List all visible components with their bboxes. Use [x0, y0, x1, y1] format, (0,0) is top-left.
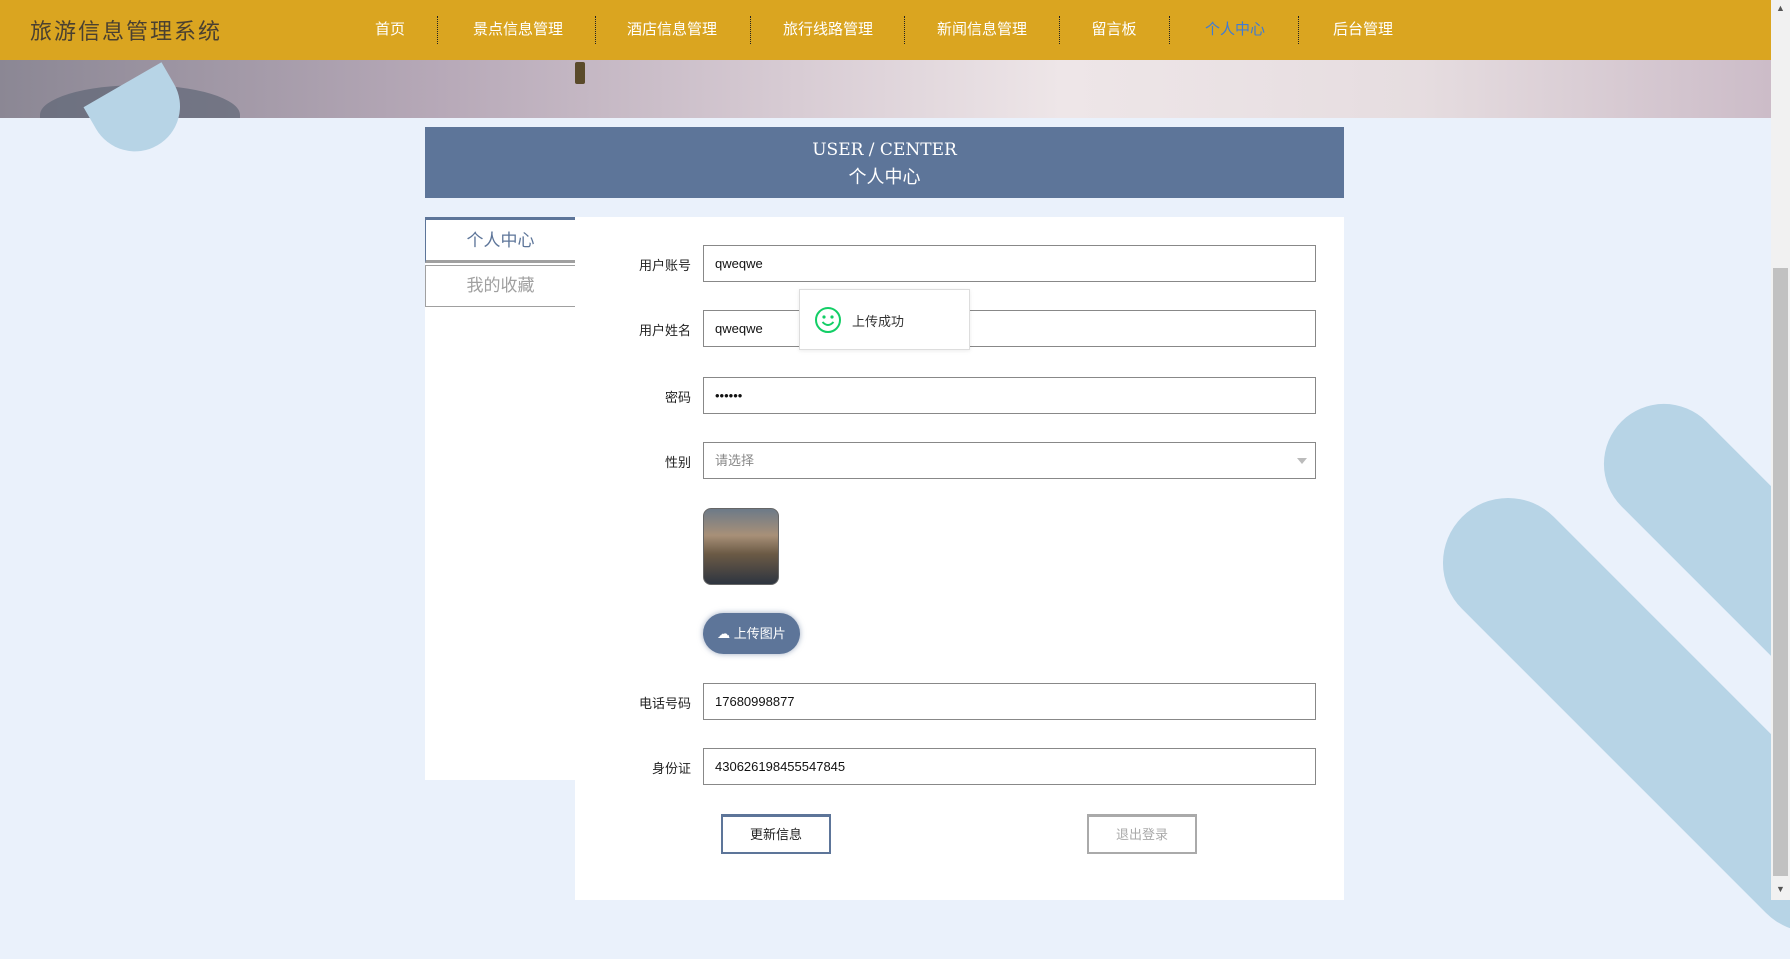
banner-image — [0, 60, 1771, 118]
site-logo[interactable]: 旅游信息管理系统 — [30, 14, 222, 46]
account-input[interactable]: qweqwe — [703, 245, 1316, 282]
scroll-up-icon[interactable]: ▲ — [1776, 3, 1785, 13]
gender-placeholder: 请选择 — [715, 453, 755, 468]
nav-separator — [595, 16, 596, 44]
sidebar-item-user-center[interactable]: 个人中心 — [425, 217, 575, 263]
title-cn: 个人中心 — [848, 167, 921, 188]
nav-separator — [1059, 16, 1060, 44]
nav-hotels[interactable]: 酒店信息管理 — [627, 0, 717, 60]
phone-label: 电话号码 — [638, 696, 691, 711]
nav-routes[interactable]: 旅行线路管理 — [783, 0, 873, 60]
update-info-button[interactable]: 更新信息 — [721, 814, 831, 854]
sidebar-item-favorites[interactable]: 我的收藏 — [425, 265, 575, 307]
page-title-banner: USER / CENTER 个人中心 — [425, 127, 1344, 198]
name-input[interactable]: qweqwe — [703, 310, 1316, 347]
nav-admin[interactable]: 后台管理 — [1333, 0, 1393, 60]
upload-image-button[interactable]: ☁ 上传图片 — [703, 613, 800, 654]
nav-separator — [437, 16, 438, 44]
password-input[interactable]: •••••• — [703, 377, 1316, 414]
cable-car — [575, 62, 585, 84]
scrollbar-thumb[interactable] — [1773, 268, 1788, 876]
success-toast: 上传成功 — [799, 289, 970, 350]
nav-attractions[interactable]: 景点信息管理 — [473, 0, 563, 60]
nav-separator — [1169, 16, 1170, 44]
cloud-upload-icon: ☁ — [717, 626, 731, 641]
id-card-label: 身份证 — [651, 761, 691, 776]
sidebar: 个人中心 我的收藏 — [425, 217, 575, 780]
nav-news[interactable]: 新闻信息管理 — [937, 0, 1027, 60]
gender-select[interactable]: 请选择 — [703, 442, 1316, 479]
upload-label: 上传图片 — [733, 626, 786, 641]
nav-messages[interactable]: 留言板 — [1091, 0, 1136, 60]
account-label: 用户账号 — [638, 258, 691, 273]
top-header: 旅游信息管理系统 首页 景点信息管理 酒店信息管理 旅行线路管理 新闻信息管理 … — [0, 0, 1771, 60]
scrollbar[interactable]: ▲ ▼ — [1771, 0, 1790, 900]
nav-home[interactable]: 首页 — [375, 0, 405, 60]
nav-separator — [750, 16, 751, 44]
scroll-down-icon[interactable]: ▼ — [1776, 884, 1785, 894]
gender-label: 性别 — [664, 455, 691, 470]
avatar-preview — [703, 508, 779, 585]
logout-button[interactable]: 退出登录 — [1087, 814, 1197, 854]
nav-separator — [1298, 16, 1299, 44]
phone-input[interactable]: 17680998877 — [703, 683, 1316, 720]
title-en: USER / CENTER — [812, 140, 957, 160]
toast-message: 上传成功 — [852, 314, 905, 329]
smile-icon — [815, 307, 841, 333]
password-label: 密码 — [664, 390, 691, 405]
chevron-down-icon — [1297, 458, 1307, 469]
id-card-input[interactable]: 430626198455547845 — [703, 748, 1316, 785]
name-label: 用户姓名 — [638, 323, 691, 338]
nav-separator — [904, 16, 905, 44]
nav-user-center[interactable]: 个人中心 — [1205, 0, 1265, 60]
